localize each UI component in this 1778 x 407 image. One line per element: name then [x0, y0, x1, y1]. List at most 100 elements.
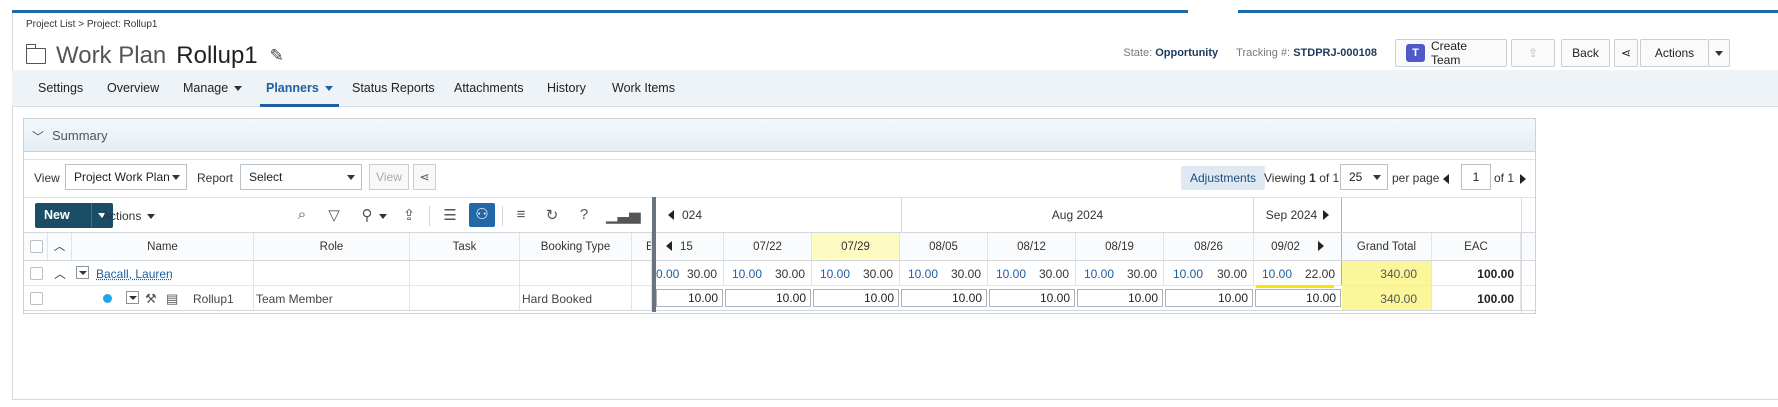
col-name[interactable]: Name: [72, 233, 254, 260]
back-button[interactable]: Back: [1561, 39, 1610, 67]
week-hours-input[interactable]: 10.00: [1077, 289, 1163, 307]
week-hours-input[interactable]: 10.00: [813, 289, 899, 307]
month-header-jul: 024: [656, 198, 902, 233]
adjustments-button[interactable]: Adjustments: [1181, 166, 1266, 190]
col-grand-total[interactable]: Grand Total: [1342, 233, 1432, 260]
row-menu-dropdown[interactable]: [126, 291, 139, 304]
view-button[interactable]: View: [369, 164, 409, 190]
assign-resource-icon[interactable]: ⚲: [356, 206, 392, 224]
filter-icon[interactable]: ▽: [323, 206, 345, 224]
table-row[interactable]: ⚒ ▤ Rollup1 Team Member Hard Booked 10.0…: [24, 286, 1535, 311]
week-hours-input[interactable]: 10.00: [656, 289, 723, 307]
col-booking-type[interactable]: Booking Type: [520, 233, 632, 260]
viewing-info: Viewing 1 of 1: [1264, 171, 1340, 185]
view-select[interactable]: Project Work Plan: [65, 164, 187, 190]
page-input[interactable]: 1: [1461, 164, 1491, 190]
tab-bar: Settings Overview Manage Planners Status…: [12, 70, 1778, 107]
tab-attachments[interactable]: Attachments: [454, 70, 523, 107]
next-period-icon[interactable]: [1323, 210, 1330, 220]
actions-dropdown-toggle[interactable]: [1708, 39, 1730, 67]
help-icon[interactable]: ?: [573, 206, 595, 223]
grid-actions-menu[interactable]: Actions: [102, 209, 156, 223]
list-view-icon[interactable]: ☰: [439, 206, 461, 224]
team-view-icon[interactable]: ⚇: [469, 203, 495, 227]
row-menu-dropdown[interactable]: [76, 266, 89, 279]
row-checkbox[interactable]: [30, 292, 43, 305]
grid-scroll-gutter[interactable]: [1521, 197, 1537, 314]
col-task[interactable]: Task: [410, 233, 520, 260]
row-checkbox[interactable]: [30, 267, 43, 280]
week-cell-total: 30.00: [944, 261, 988, 285]
tools-icon[interactable]: ⚒: [145, 286, 157, 310]
week-cell-total: 30.00: [856, 261, 900, 285]
select-all-checkbox[interactable]: [30, 240, 43, 253]
eac-cell: 100.00: [1432, 261, 1521, 285]
col-week-6[interactable]: 08/19: [1076, 233, 1164, 260]
prev-period-icon[interactable]: [668, 210, 674, 220]
per-page-select[interactable]: 25: [1340, 164, 1388, 190]
col-week-7[interactable]: 08/26: [1164, 233, 1254, 260]
grand-total-cell: 340.00: [1342, 261, 1432, 285]
week-hours-input[interactable]: 10.00: [1165, 289, 1253, 307]
week-cell-plan: 10.00: [907, 267, 938, 281]
report-label: Report: [197, 171, 234, 185]
highlight-underline: [1256, 285, 1334, 288]
tab-work-items[interactable]: Work Items: [612, 70, 675, 107]
week-cell-plan: 10.00: [1172, 267, 1203, 281]
state-meta: State: Opportunity: [1123, 47, 1219, 59]
title-prefix: Work Plan: [56, 42, 167, 69]
chevron-down-icon[interactable]: ﹀: [32, 128, 44, 145]
share-view-button[interactable]: ⋖: [413, 164, 436, 190]
refresh-icon[interactable]: ↻: [541, 206, 563, 224]
notes-icon[interactable]: ▤: [166, 286, 178, 310]
col-role[interactable]: Role: [254, 233, 410, 260]
week-hours-input[interactable]: 10.00: [1255, 289, 1341, 307]
share-icon: ⋖: [1620, 46, 1632, 60]
col-week-2[interactable]: 07/22: [724, 233, 812, 260]
table-row[interactable]: ︿ Bacall, Lauren 0.00 30.00 10.00 30.00 …: [24, 261, 1535, 286]
chevron-down-icon: [234, 86, 243, 92]
next-week-icon[interactable]: [1317, 241, 1324, 251]
week-cell-total: 30.00: [682, 261, 724, 285]
search-icon[interactable]: ⌕: [291, 206, 313, 223]
edit-pencil-icon[interactable]: ✎: [270, 46, 284, 66]
col-eac[interactable]: EAC: [1432, 233, 1521, 260]
folder-icon: [25, 44, 46, 64]
week-hours-input[interactable]: 10.00: [725, 289, 811, 307]
share-button[interactable]: ⋖: [1614, 39, 1638, 67]
summary-header[interactable]: ﹀ Summary: [24, 119, 1535, 152]
tab-overview[interactable]: Overview: [107, 70, 159, 107]
share-export-button[interactable]: ⇪: [1511, 39, 1555, 67]
col-week-4[interactable]: 08/05: [900, 233, 988, 260]
resource-name-link[interactable]: Bacall, Lauren: [96, 261, 173, 285]
chart-icon[interactable]: ▁▃▅: [606, 206, 641, 224]
breadcrumb[interactable]: Project List > Project: Rollup1: [26, 19, 157, 30]
actions-button[interactable]: Actions: [1640, 39, 1708, 67]
collapse-all-icon[interactable]: ︿: [54, 241, 66, 253]
tab-planners[interactable]: Planners: [260, 70, 339, 107]
next-page-icon[interactable]: [1520, 174, 1526, 184]
tab-settings[interactable]: Settings: [38, 70, 83, 107]
col-week-5[interactable]: 08/12: [988, 233, 1076, 260]
col-week-1[interactable]: 15: [656, 233, 724, 260]
week-hours-input[interactable]: 10.00: [901, 289, 987, 307]
week-cell-total: 22.00: [1298, 261, 1342, 285]
col-week-8[interactable]: 09/02: [1254, 233, 1342, 260]
report-select[interactable]: Select: [240, 164, 362, 190]
col-e[interactable]: E: [632, 233, 652, 260]
prev-week-icon[interactable]: [666, 241, 672, 251]
grid-splitter[interactable]: [652, 197, 656, 312]
week-hours-input[interactable]: 10.00: [989, 289, 1075, 307]
col-week-3[interactable]: 07/29: [812, 233, 900, 260]
tab-history[interactable]: History: [547, 70, 586, 107]
week-cell-plan: 10.00: [995, 267, 1026, 281]
create-team-button[interactable]: T Create Team: [1395, 39, 1507, 67]
new-button[interactable]: New: [35, 203, 91, 228]
gantt-icon[interactable]: ≡: [510, 206, 532, 223]
tracking-meta: Tracking #: STDPRJ-000108: [1236, 47, 1377, 59]
tab-status-reports[interactable]: Status Reports: [352, 70, 435, 107]
tab-manage[interactable]: Manage: [183, 70, 243, 107]
prev-page-icon[interactable]: [1443, 174, 1449, 184]
export-icon[interactable]: ⇪: [398, 206, 420, 224]
collapse-row-icon[interactable]: ︿: [54, 267, 66, 281]
